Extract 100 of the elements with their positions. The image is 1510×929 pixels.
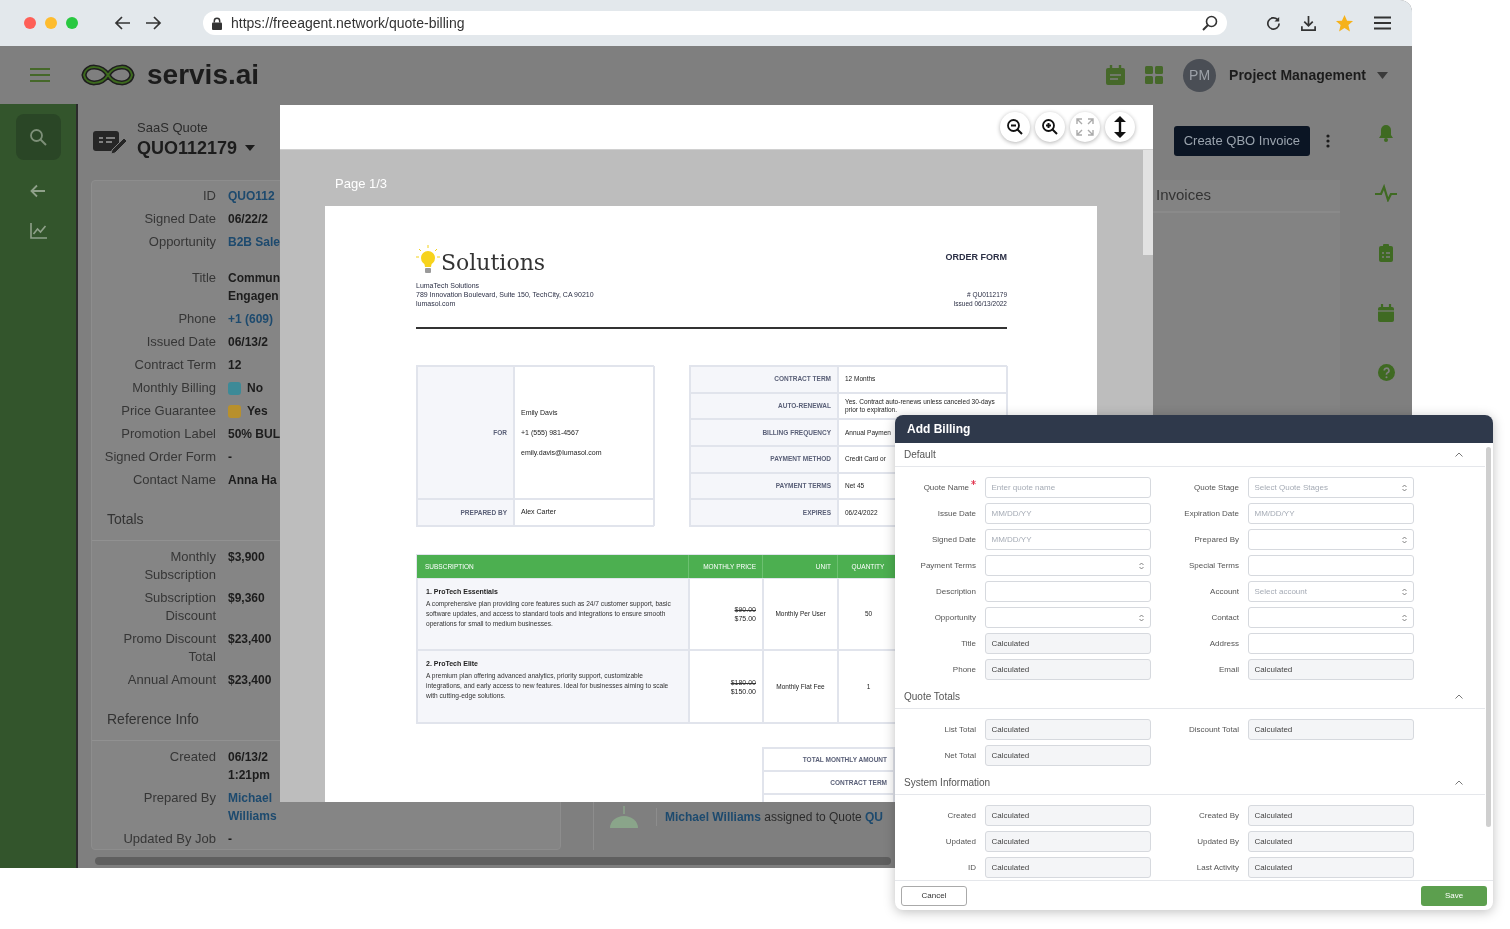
input-field[interactable] xyxy=(1247,555,1414,576)
field-label: Payment Terms xyxy=(920,559,976,572)
field-label: Created xyxy=(947,809,976,822)
input-field[interactable]: Calculated xyxy=(984,805,1151,826)
menu-icon[interactable] xyxy=(1374,16,1391,30)
calendar-icon[interactable] xyxy=(1106,65,1126,85)
search-icon xyxy=(29,128,47,146)
field-label: Title xyxy=(190,269,216,287)
field-value: $3,900 xyxy=(228,549,265,566)
up-down-icon xyxy=(1401,587,1407,596)
chevron-up-icon[interactable] xyxy=(1455,452,1463,457)
input-field[interactable]: Calculated xyxy=(1247,857,1414,878)
dialog-title: Add Billing xyxy=(907,421,971,438)
input-field[interactable]: Calculated xyxy=(1247,805,1414,826)
section-title: Reference Info xyxy=(107,711,199,727)
minimize-button[interactable] xyxy=(45,17,57,29)
input-field[interactable] xyxy=(1247,633,1414,654)
zoom-out-button[interactable] xyxy=(1000,112,1030,142)
pulse-icon[interactable] xyxy=(1375,184,1397,202)
up-down-icon xyxy=(1401,535,1407,544)
search-icon[interactable] xyxy=(1201,14,1219,32)
back-arrow-icon[interactable] xyxy=(30,184,46,198)
field-label: ID xyxy=(202,187,216,205)
select-field[interactable] xyxy=(984,555,1151,576)
reload-icon[interactable] xyxy=(1265,14,1282,32)
field-label: Subscription Discount xyxy=(143,589,216,625)
document-title: ORDER FORM xyxy=(945,252,1007,262)
field-label: Phone xyxy=(952,663,976,676)
star-icon[interactable] xyxy=(1335,13,1354,33)
field-label: Updated By Job xyxy=(122,830,216,848)
field-label: Opportunity xyxy=(147,233,216,251)
calendar-icon[interactable] xyxy=(1378,304,1394,322)
caret-icon[interactable] xyxy=(1377,71,1388,79)
section-title: System Information xyxy=(904,776,991,790)
company-logo-text: Solutions xyxy=(441,250,546,276)
field-label: Net Total xyxy=(944,749,976,762)
user-name[interactable]: Project Management xyxy=(1229,64,1366,86)
close-button[interactable] xyxy=(24,17,36,29)
field-label: Created By xyxy=(1198,809,1239,822)
chevron-up-icon[interactable] xyxy=(1455,694,1463,699)
fit-height-button[interactable] xyxy=(1105,112,1135,142)
forward-icon[interactable] xyxy=(144,14,162,32)
caret-icon[interactable] xyxy=(245,145,256,151)
input-field[interactable]: Calculated xyxy=(984,719,1151,740)
field-label: Discount Total xyxy=(1188,723,1239,736)
input-field[interactable]: Calculated xyxy=(1247,831,1414,852)
search-button[interactable] xyxy=(15,114,61,160)
field-value: $9,360 xyxy=(228,590,265,607)
input-field[interactable]: Calculated xyxy=(984,745,1151,766)
field-value: $23,400 xyxy=(228,631,272,648)
input-field[interactable] xyxy=(984,581,1151,602)
input-field[interactable]: MM/DD/YY xyxy=(984,529,1151,550)
field-label: Account xyxy=(1210,585,1239,598)
field-label: Promo Discount Total xyxy=(122,630,216,666)
field-value: 50% BUL xyxy=(228,426,280,443)
input-field[interactable]: MM/DD/YY xyxy=(984,503,1151,524)
cancel-button[interactable]: Cancel xyxy=(901,885,967,906)
input-field[interactable]: Calculated xyxy=(984,659,1151,680)
quote-icon xyxy=(93,128,127,156)
field-label: Contact Name xyxy=(131,471,216,489)
back-icon[interactable] xyxy=(114,14,132,32)
field-value: - xyxy=(228,449,232,466)
scrollbar[interactable] xyxy=(95,857,891,865)
field-label: Expiration Date xyxy=(1184,507,1239,520)
scrollbar[interactable] xyxy=(1486,447,1491,827)
grid-icon[interactable] xyxy=(1145,66,1164,84)
section-title: Totals xyxy=(107,511,144,527)
vertical-arrows-icon xyxy=(1114,116,1126,138)
input-field[interactable]: Calculated xyxy=(984,633,1151,654)
brand-name: servis.ai xyxy=(147,61,260,89)
create-invoice-button[interactable]: Create QBO Invoice xyxy=(1173,126,1310,156)
download-icon[interactable] xyxy=(1300,14,1317,32)
field-label: Title xyxy=(961,637,976,650)
bell-icon[interactable] xyxy=(1378,124,1394,142)
clipboard-icon[interactable] xyxy=(1379,244,1393,262)
activity-text: Michael Williams assigned to Quote QU xyxy=(656,807,883,826)
chart-icon[interactable] xyxy=(29,223,47,239)
select-field[interactable] xyxy=(1247,529,1414,550)
field-value: No xyxy=(247,380,263,397)
select-field[interactable] xyxy=(1247,607,1414,628)
address-bar[interactable]: https://freeagent.network/quote-billing xyxy=(203,11,1227,35)
input-field[interactable]: Calculated xyxy=(1247,659,1414,680)
field-label: Monthly Billing xyxy=(131,379,216,397)
input-field[interactable]: Calculated xyxy=(1247,719,1414,740)
help-icon[interactable] xyxy=(1377,364,1395,381)
field-label: ID xyxy=(968,861,976,874)
up-down-icon xyxy=(1138,561,1144,570)
field-label: Monthly Subscription xyxy=(143,548,216,584)
input-field[interactable]: MM/DD/YY xyxy=(1247,503,1414,524)
chevron-up-icon[interactable] xyxy=(1455,780,1463,785)
zoom-in-button[interactable] xyxy=(1035,112,1065,142)
select-field[interactable] xyxy=(984,607,1151,628)
record-number: QUO112179 xyxy=(137,137,238,160)
fit-page-button[interactable] xyxy=(1070,112,1100,142)
more-icon[interactable] xyxy=(1326,134,1330,148)
scrollbar[interactable] xyxy=(1143,150,1153,255)
input-field[interactable]: Enter quote name xyxy=(984,477,1151,498)
maximize-button[interactable] xyxy=(66,17,78,29)
input-field[interactable]: Calculated xyxy=(984,857,1151,878)
input-field[interactable]: Calculated xyxy=(984,831,1151,852)
